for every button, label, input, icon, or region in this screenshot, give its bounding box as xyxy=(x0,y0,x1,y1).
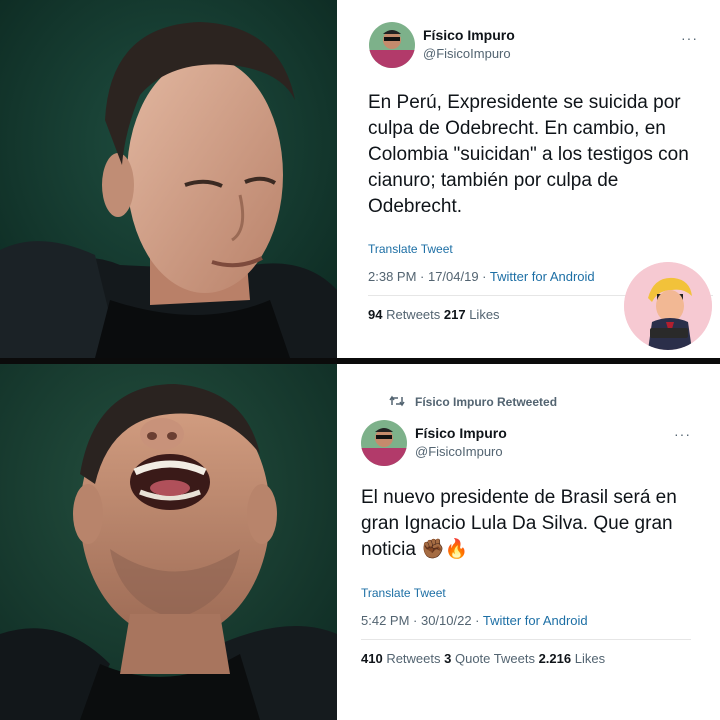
more-icon[interactable]: ··· xyxy=(681,30,698,46)
tweet-timestamp: 5:42 PM · 30/10/22 · Twitter for Android xyxy=(361,613,588,628)
tweet-source[interactable]: Twitter for Android xyxy=(490,269,595,284)
retweet-count[interactable]: 94 xyxy=(368,307,382,322)
display-name[interactable]: Físico Impuro xyxy=(423,27,515,43)
avatar[interactable] xyxy=(361,420,407,466)
more-icon[interactable]: ··· xyxy=(674,426,691,442)
photo-illustration-bottom xyxy=(0,364,337,720)
avatar-image xyxy=(361,420,407,466)
likes-label[interactable]: Likes xyxy=(571,651,605,666)
user-handle[interactable]: @FisicoImpuro xyxy=(423,46,511,61)
tweet-text: El nuevo presidente de Brasil será en gr… xyxy=(361,487,677,560)
photo-illustration-top xyxy=(0,0,337,358)
retweet-count[interactable]: 410 xyxy=(361,651,383,666)
tweet-stats: 410 Retweets 3 Quote Tweets 2.216 Likes xyxy=(361,651,605,666)
retweets-label[interactable]: Retweets xyxy=(382,307,443,322)
photo-man-laughing xyxy=(0,364,337,720)
avatar-image xyxy=(369,22,415,68)
display-name[interactable]: Físico Impuro xyxy=(415,425,507,441)
tweet-card-bottom: Físico Impuro Retweeted Físico Impuro @F… xyxy=(337,364,720,720)
likes-label[interactable]: Likes xyxy=(466,307,499,322)
tweet-text: En Perú, Expresidente se suicida por cul… xyxy=(368,92,689,217)
avatar[interactable] xyxy=(369,22,415,68)
retweet-icon xyxy=(389,395,405,407)
watermark-logo-image xyxy=(624,262,712,350)
translate-tweet-link[interactable]: Translate Tweet xyxy=(368,242,453,256)
translate-tweet-link[interactable]: Translate Tweet xyxy=(361,586,446,600)
tweet-timestamp: 2:38 PM · 17/04/19 · Twitter for Android xyxy=(368,269,595,284)
tweet-stats: 94 Retweets 217 Likes xyxy=(368,307,500,322)
tweet-time[interactable]: 2:38 PM · 17/04/19 · xyxy=(368,269,490,284)
tweet-source[interactable]: Twitter for Android xyxy=(483,613,588,628)
quote-tweets-label[interactable]: Quote Tweets xyxy=(451,651,538,666)
photo-man-looking-down xyxy=(0,0,337,358)
retweeted-by-label[interactable]: Físico Impuro Retweeted xyxy=(415,395,557,409)
tweet-time[interactable]: 5:42 PM · 30/10/22 · xyxy=(361,613,483,628)
user-handle[interactable]: @FisicoImpuro xyxy=(415,444,503,459)
divider xyxy=(361,639,691,640)
retweets-label[interactable]: Retweets xyxy=(383,651,444,666)
like-count[interactable]: 217 xyxy=(444,307,466,322)
watermark-logo xyxy=(624,262,712,350)
like-count[interactable]: 2.216 xyxy=(539,651,572,666)
